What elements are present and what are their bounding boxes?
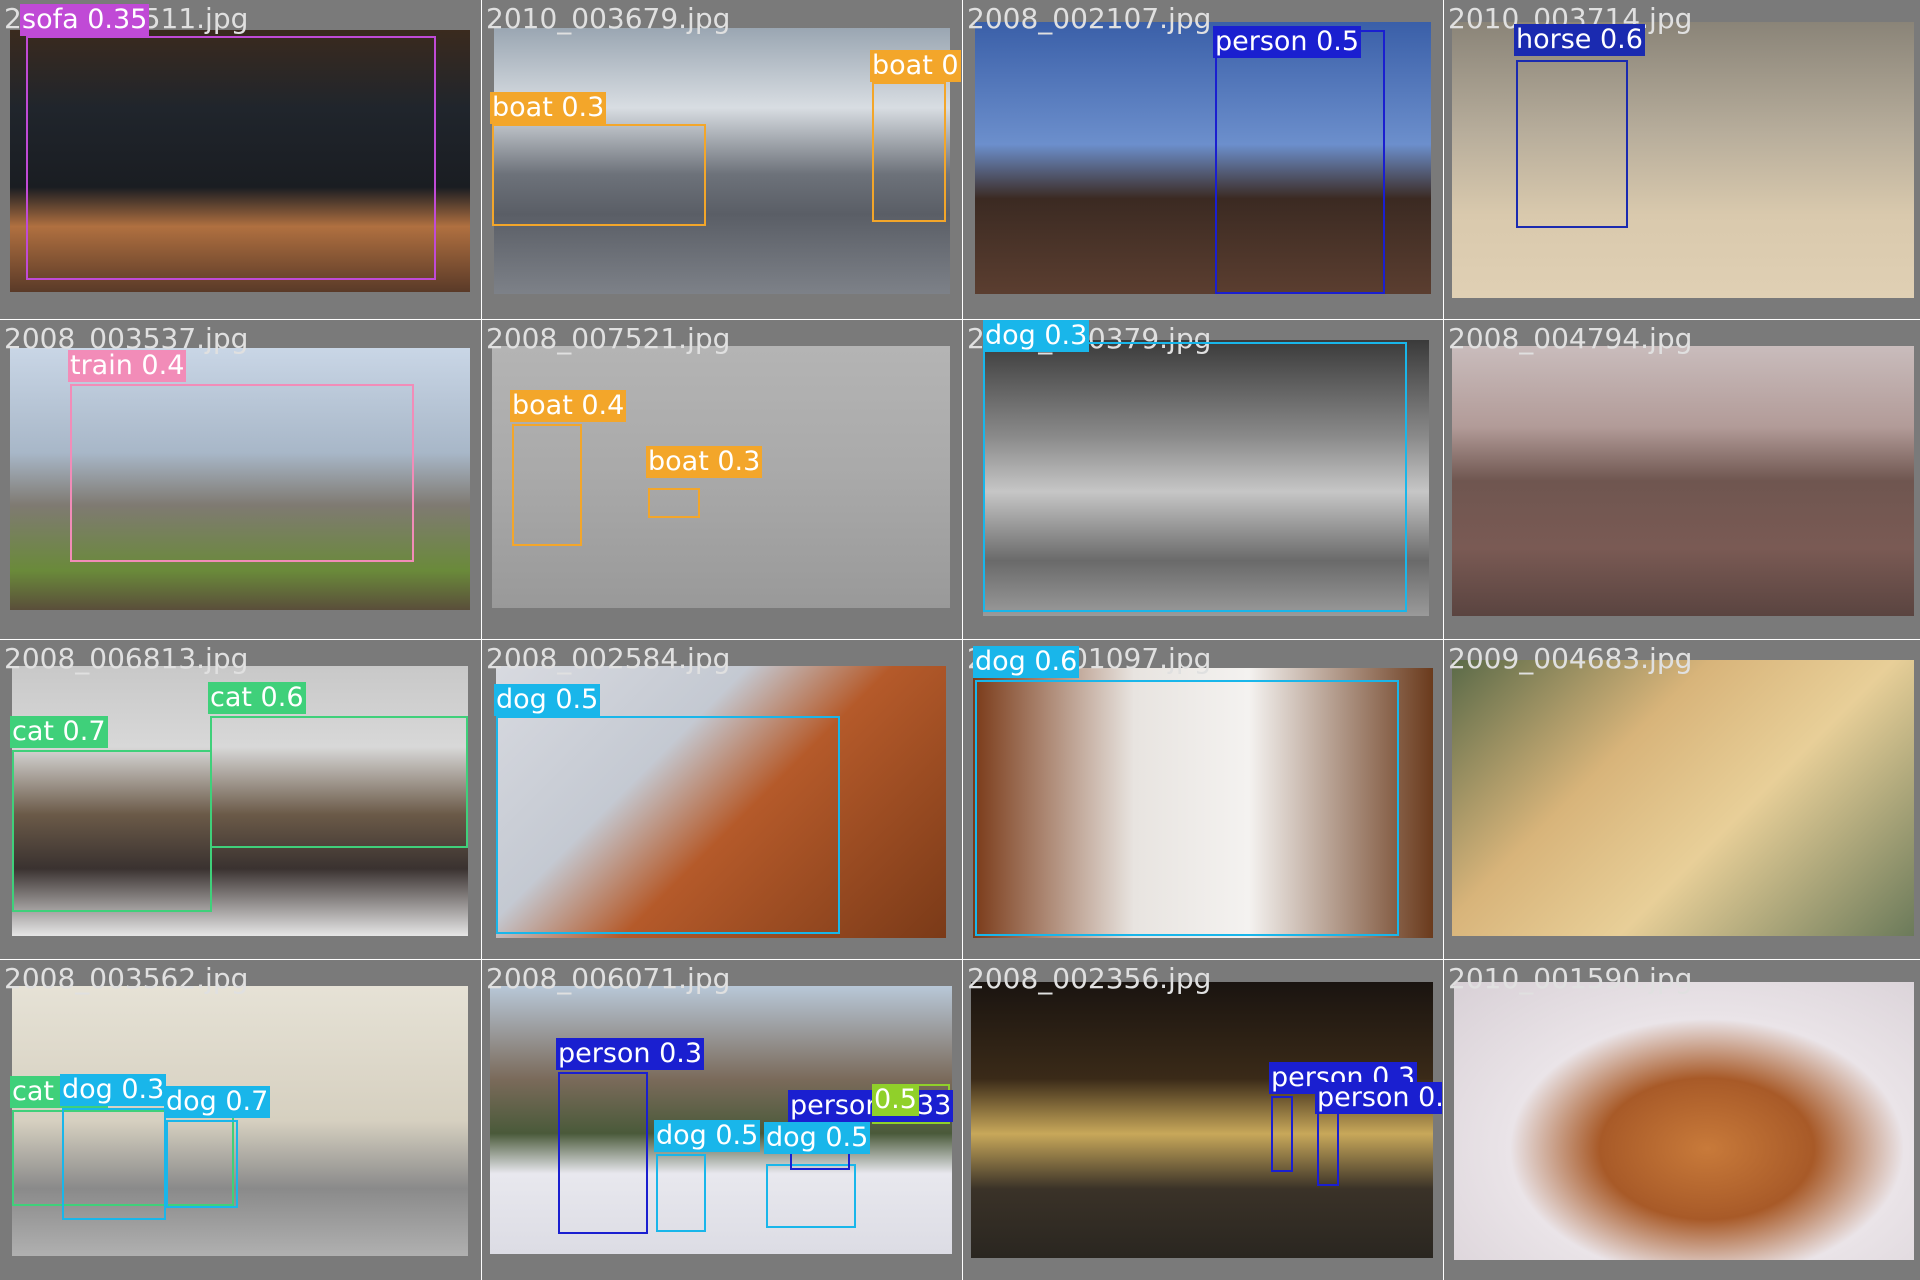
detection-label: boat 0.4 <box>870 50 961 82</box>
tile-filename: 2008_002107.jpg <box>967 2 1212 35</box>
image-tile: 2008_002356.jpgperson 0.3person 0.4 <box>963 960 1442 1280</box>
detection-box <box>558 1072 648 1234</box>
tile-filename: 2008_004794.jpg <box>1448 322 1693 355</box>
detection-box <box>166 1120 238 1208</box>
detection-box <box>492 124 706 226</box>
detection-label: dog 0.6 <box>973 646 1080 678</box>
detection-box <box>1215 30 1385 294</box>
image-tile: 2008_003511.jpgsofa 0.35 <box>0 0 480 318</box>
detection-box <box>26 36 436 280</box>
image-tile: 2008_004794.jpg <box>1444 320 1920 638</box>
detection-box <box>512 424 582 546</box>
detection-box <box>975 680 1399 936</box>
detection-box <box>656 1154 706 1232</box>
tile-filename: 2009_004683.jpg <box>1448 642 1693 675</box>
detection-label: boat 0.4 <box>510 390 627 422</box>
image-tile: 2009_004683.jpg <box>1444 640 1920 958</box>
detection-label: dog 0.5 <box>654 1120 761 1152</box>
image-tile: 2008_006813.jpgcat 0.6 cat 0.7 <box>0 640 480 958</box>
detection-box <box>1516 60 1628 228</box>
grid-divider <box>962 0 963 1280</box>
tile-photo <box>1452 346 1914 616</box>
detection-box <box>70 384 414 562</box>
detection-box <box>62 1108 166 1220</box>
tile-photo <box>1452 660 1914 936</box>
image-tile: 2008_007521.jpgboat 0.4 boat 0.3 <box>482 320 961 638</box>
tile-filename: 2008_002584.jpg <box>486 642 731 675</box>
grid-divider <box>0 959 1920 960</box>
detection-box <box>496 716 840 934</box>
detection-label: horse 0.6 <box>1514 24 1645 56</box>
image-tile: 2008_003537.jpg train 0.4 <box>0 320 480 638</box>
detection-box <box>1317 1110 1339 1186</box>
image-tile: 2011_000379.jpgdog 0.3 <box>963 320 1442 638</box>
tile-filename: 2008_007521.jpg <box>486 322 731 355</box>
grid-divider <box>0 319 1920 320</box>
detection-box <box>983 342 1407 612</box>
tile-filename: 2008_006071.jpg <box>486 962 731 995</box>
detection-label: train 0.4 <box>68 350 187 382</box>
image-tile: 2010_001590.jpg <box>1444 960 1920 1280</box>
image-tile: 2010_003714.jpg horse 0.6 <box>1444 0 1920 318</box>
tile-filename: 2010_001590.jpg <box>1448 962 1693 995</box>
detection-label: person 0.4 <box>1315 1082 1442 1114</box>
detection-label: 0.5 <box>872 1084 919 1116</box>
detection-box <box>1271 1096 1293 1172</box>
image-tile: 2008_006071.jpg person 0.3 dog 0.5 dog 0.5 p… <box>482 960 961 1280</box>
image-tile: 2010_003679.jpgboat 0.4 boat 0.3 <box>482 0 961 318</box>
detection-label: person 0.5 <box>1213 26 1362 58</box>
detection-label: cat 0.6 <box>208 682 306 714</box>
image-tile: 2008_002584.jpgdog 0.5 <box>482 640 961 958</box>
image-tile: 2008_002107.jpg person 0.5 <box>963 0 1442 318</box>
detection-label: dog 0.5 <box>494 684 601 716</box>
detection-label: boat 0.3 <box>646 446 763 478</box>
detection-label: boat 0.3 <box>490 92 607 124</box>
detection-label: dog 0.7 <box>164 1086 271 1118</box>
detection-label: sofa 0.35 <box>20 4 150 36</box>
tile-filename: 2010_003679.jpg <box>486 2 731 35</box>
image-tile: 2008_003562.jpg cat 0.5 dog 0.3 dog 0.7 <box>0 960 480 1280</box>
tile-filename: 2008_002356.jpg <box>967 962 1212 995</box>
grid-divider <box>481 0 482 1280</box>
tile-filename: 2008_003562.jpg <box>4 962 249 995</box>
mosaic-grid: 2008_003511.jpgsofa 0.352010_003679.jpgb… <box>0 0 1920 1280</box>
detection-box <box>210 716 468 848</box>
detection-box <box>766 1164 856 1228</box>
tile-photo <box>971 982 1433 1258</box>
detection-label: dog 0.3 <box>983 320 1090 352</box>
tile-photo <box>1454 982 1914 1260</box>
detection-label: dog 0.3 <box>60 1074 167 1106</box>
detection-box <box>12 750 212 912</box>
grid-divider <box>1443 0 1444 1280</box>
detection-label: dog 0.5 <box>764 1122 871 1154</box>
detection-label: person 0.33 <box>788 1090 954 1122</box>
detection-label: person 0.3 <box>556 1038 705 1070</box>
detection-box <box>648 488 700 518</box>
image-tile: 2008_001097.jpg dog 0.6 <box>963 640 1442 958</box>
detection-box <box>872 82 946 222</box>
detection-label: cat 0.7 <box>10 716 108 748</box>
tile-filename: 2008_006813.jpg <box>4 642 249 675</box>
grid-divider <box>0 639 1920 640</box>
